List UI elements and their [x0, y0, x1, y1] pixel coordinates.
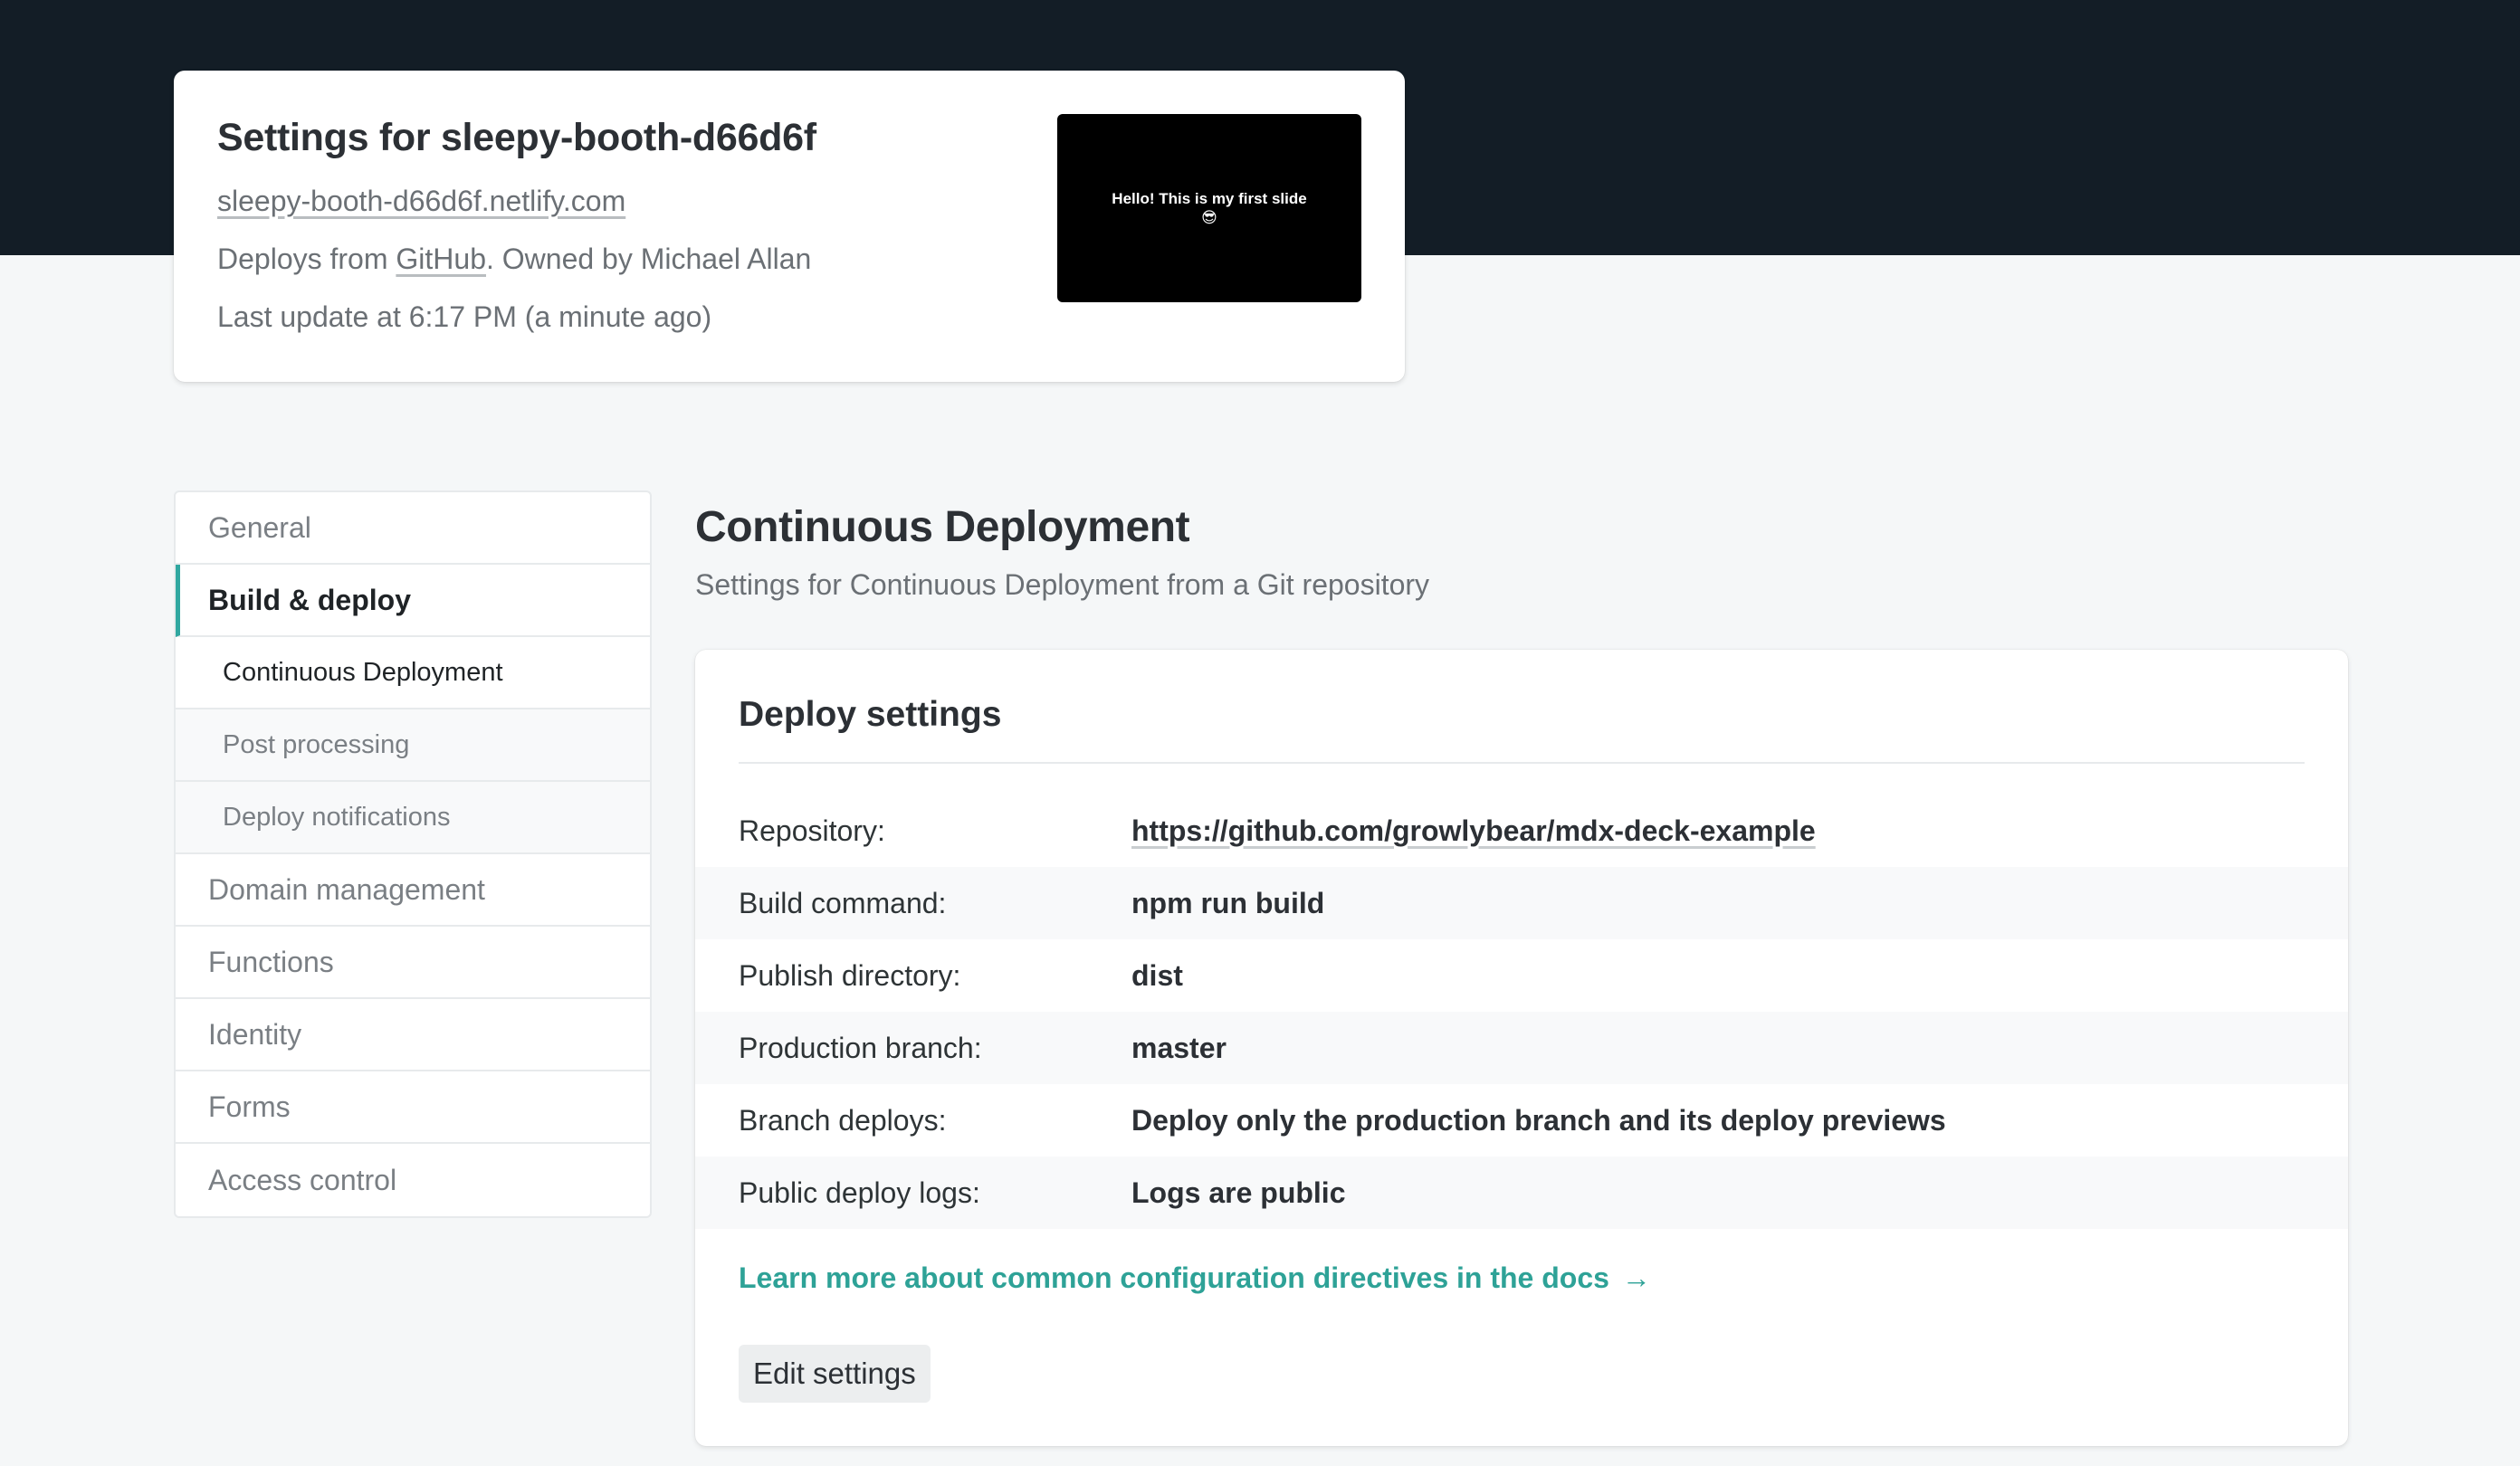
site-title: Settings for sleepy-booth-d66d6f [217, 116, 816, 159]
site-preview-thumbnail[interactable]: Hello! This is my first slide 😎 [1057, 114, 1361, 302]
site-deploy-info: Deploys from GitHub. Owned by Michael Al… [217, 243, 811, 276]
sidebar-item-access-control[interactable]: Access control [176, 1144, 650, 1216]
sidebar-item-forms[interactable]: Forms [176, 1071, 650, 1144]
page-subtitle: Settings for Continuous Deployment from … [695, 568, 1430, 601]
setting-label: Production branch: [739, 1031, 982, 1064]
setting-value: master [1131, 1031, 1227, 1064]
sidebar-item-label: Deploy notifications [223, 802, 451, 832]
setting-value: npm run build [1131, 886, 1325, 919]
docs-link[interactable]: Learn more about common configuration di… [739, 1261, 1651, 1295]
card-divider [739, 762, 2305, 764]
setting-value: Deploy only the production branch and it… [1131, 1103, 1946, 1137]
settings-row-publish-directory: Publish directory: dist [695, 939, 2348, 1012]
sidebar-item-label: General [208, 510, 311, 544]
setting-label: Publish directory: [739, 958, 961, 992]
sidebar-item-label: Functions [208, 945, 334, 978]
settings-row-public-deploy-logs: Public deploy logs: Logs are public [695, 1157, 2348, 1229]
sidebar-item-label: Access control [208, 1163, 397, 1196]
setting-label: Public deploy logs: [739, 1176, 980, 1209]
arrow-right-icon: → [1621, 1261, 1651, 1294]
deploy-settings-card: Deploy settings Repository: https://gith… [695, 650, 2348, 1446]
setting-label: Branch deploys: [739, 1103, 947, 1137]
preview-text: Hello! This is my first slide 😎 [1112, 190, 1307, 226]
sidebar-item-label: Post processing [223, 729, 410, 759]
sidebar-item-build-deploy[interactable]: Build & deploy [176, 565, 650, 637]
site-url-link[interactable]: sleepy-booth-d66d6f.netlify.com [217, 185, 625, 218]
sidebar-subitem-post-processing[interactable]: Post processing [176, 709, 650, 782]
site-summary-card: Settings for sleepy-booth-d66d6f sleepy-… [174, 71, 1405, 382]
settings-table: Repository: https://github.com/growlybea… [695, 795, 2348, 1229]
setting-label: Build command: [739, 886, 947, 919]
docs-link-label: Learn more about common configuration di… [739, 1261, 1609, 1294]
card-title: Deploy settings [739, 695, 1002, 734]
site-owner: Michael Allan [640, 243, 812, 275]
page-title: Continuous Deployment [695, 503, 1190, 551]
repository-link[interactable]: https://github.com/growlybear/mdx-deck-e… [1131, 814, 1816, 848]
settings-row-build-command: Build command: npm run build [695, 867, 2348, 939]
sidebar-subitem-deploy-notifications[interactable]: Deploy notifications [176, 782, 650, 854]
sidebar-item-label: Identity [208, 1017, 302, 1051]
setting-label: Repository: [739, 814, 885, 847]
last-update-text: Last update at 6:17 PM (a minute ago) [217, 300, 712, 333]
sidebar-item-general[interactable]: General [176, 492, 650, 565]
sidebar-item-identity[interactable]: Identity [176, 999, 650, 1071]
settings-row-production-branch: Production branch: master [695, 1012, 2348, 1084]
setting-value: Logs are public [1131, 1176, 1346, 1209]
sidebar-item-label: Forms [208, 1090, 291, 1123]
edit-settings-button[interactable]: Edit settings [739, 1345, 931, 1403]
settings-sidebar: General Build & deploy Continuous Deploy… [174, 490, 652, 1218]
setting-value: dist [1131, 958, 1183, 992]
sidebar-item-label: Build & deploy [208, 583, 411, 616]
sidebar-item-label: Domain management [208, 872, 485, 906]
owned-prefix: . Owned by [485, 243, 641, 275]
sidebar-item-functions[interactable]: Functions [176, 927, 650, 999]
settings-row-branch-deploys: Branch deploys: Deploy only the producti… [695, 1084, 2348, 1157]
github-link[interactable]: GitHub [396, 243, 486, 275]
settings-row-repository: Repository: https://github.com/growlybea… [695, 795, 2348, 867]
sidebar-item-label: Continuous Deployment [223, 657, 503, 687]
sidebar-subitem-continuous-deployment[interactable]: Continuous Deployment [176, 637, 650, 709]
sidebar-item-domain-management[interactable]: Domain management [176, 854, 650, 927]
deploys-prefix: Deploys from [217, 243, 396, 275]
